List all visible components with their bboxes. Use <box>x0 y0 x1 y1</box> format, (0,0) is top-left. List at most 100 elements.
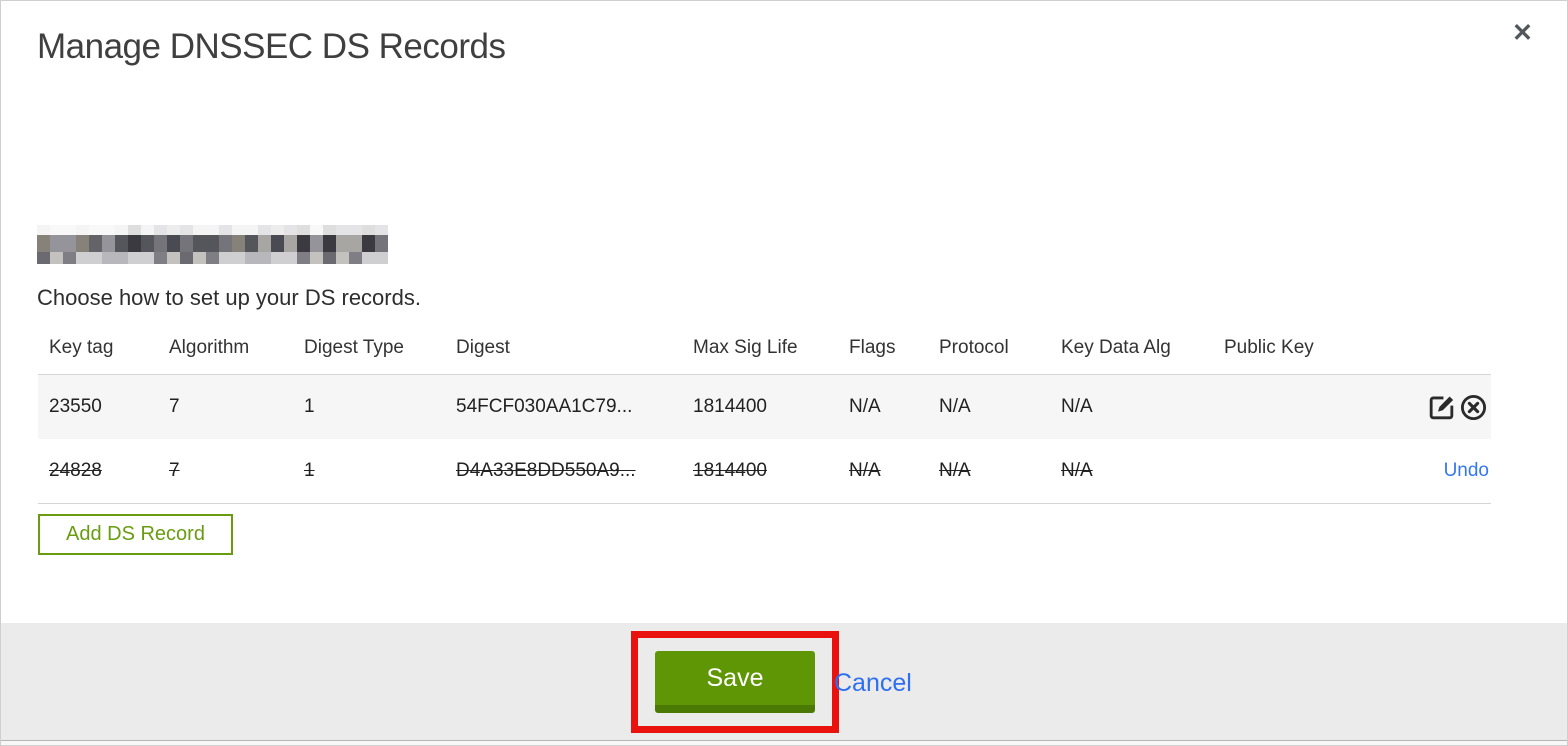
redaction-pixel <box>323 252 336 264</box>
redaction-pixel <box>245 225 258 235</box>
redaction-pixel <box>284 252 297 264</box>
redaction-pixel <box>89 252 102 264</box>
redaction-pixel <box>89 235 102 252</box>
redaction-pixel <box>115 252 128 264</box>
redaction-pixel <box>375 252 388 264</box>
redaction-pixel <box>63 235 76 252</box>
redaction-pixel <box>362 225 375 235</box>
redaction-pixel <box>180 235 193 252</box>
redaction-pixel <box>76 225 89 235</box>
redaction-pixel <box>115 225 128 235</box>
redaction-pixel <box>336 235 349 252</box>
redaction-pixel <box>362 252 375 264</box>
column-header: Key tag <box>38 329 158 375</box>
undo-link[interactable]: Undo <box>1444 460 1489 481</box>
column-header: Max Sig Life <box>682 329 838 375</box>
redaction-pixel <box>349 225 362 235</box>
table-cell: 23550 <box>49 396 102 417</box>
table-cell: N/A <box>849 396 881 417</box>
redaction-pixel <box>258 225 271 235</box>
row-actions <box>1388 374 1491 439</box>
redaction-pixel <box>271 235 284 252</box>
redaction-pixel <box>323 235 336 252</box>
redaction-pixel <box>50 225 63 235</box>
redaction-pixel <box>141 225 154 235</box>
column-header: Flags <box>838 329 928 375</box>
table-cell: 54FCF030AA1C79... <box>456 396 633 417</box>
redaction-pixel <box>128 225 141 235</box>
redaction-pixel <box>232 252 245 264</box>
table-row: 24828 7 1 D4A33E8DD550A9... 1814400 N/A N/A N/A… <box>38 439 1491 504</box>
redaction-pixel <box>375 235 388 252</box>
redaction-pixel <box>76 252 89 264</box>
redaction-pixel <box>323 225 336 235</box>
column-header: Digest <box>445 329 682 375</box>
redaction-pixel <box>154 225 167 235</box>
redaction-pixel <box>37 252 50 264</box>
redaction-pixel <box>271 225 284 235</box>
redaction-pixel <box>167 225 180 235</box>
redaction-pixel <box>310 225 323 235</box>
redaction-pixel <box>310 235 323 252</box>
redaction-pixel <box>219 235 232 252</box>
redaction-pixel <box>167 235 180 252</box>
domain-name-redacted <box>37 225 388 264</box>
instruction-text: Choose how to set up your DS records. <box>37 285 421 310</box>
column-header-actions <box>1388 329 1491 375</box>
annotation-red-box: Save <box>631 631 839 733</box>
table-header-row: Key tag Algorithm Digest Type Digest Max Sig… <box>38 329 1491 375</box>
redaction-pixel <box>219 252 232 264</box>
row-actions: Undo <box>1388 439 1491 504</box>
redaction-pixel <box>232 225 245 235</box>
table-cell: 7 <box>169 396 180 417</box>
redaction-pixel <box>37 225 50 235</box>
redaction-pixel <box>154 252 167 264</box>
delete-record-icon[interactable] <box>1458 392 1489 423</box>
redaction-pixel <box>50 252 63 264</box>
redaction-pixel <box>50 235 63 252</box>
redaction-pixel <box>37 235 50 252</box>
table-cell: D4A33E8DD550A9... <box>456 460 636 481</box>
redaction-pixel <box>180 225 193 235</box>
table-cell: 7 <box>169 460 180 481</box>
table-row: 23550 7 1 54FCF030AA1C79... 1814400 N/A N/A N/A <box>38 374 1491 439</box>
redaction-pixel <box>193 235 206 252</box>
redaction-pixel <box>206 225 219 235</box>
page-bottom-edge <box>1 741 1567 745</box>
table-cell: 1 <box>304 460 315 481</box>
table-cell: N/A <box>1061 460 1093 481</box>
table-cell: 24828 <box>49 460 102 481</box>
redaction-pixel <box>258 235 271 252</box>
redaction-pixel <box>297 235 310 252</box>
table-cell: 1814400 <box>693 396 767 417</box>
redaction-pixel <box>141 252 154 264</box>
redaction-pixel <box>349 235 362 252</box>
redaction-pixel <box>349 252 362 264</box>
redaction-pixel <box>336 225 349 235</box>
cancel-link[interactable]: Cancel <box>834 669 912 698</box>
redaction-pixel <box>245 235 258 252</box>
table-cell: N/A <box>849 460 881 481</box>
redaction-pixel <box>154 235 167 252</box>
column-header: Protocol <box>928 329 1050 375</box>
save-button[interactable]: Save <box>655 651 815 713</box>
redaction-pixel <box>297 225 310 235</box>
table-cell: 1814400 <box>693 460 767 481</box>
column-header: Public Key <box>1213 329 1388 375</box>
table-cell: N/A <box>1061 396 1093 417</box>
redaction-pixel <box>128 252 141 264</box>
dnssec-dialog: Manage DNSSEC DS Records ✕ Choose how to… <box>0 0 1568 746</box>
redaction-pixel <box>310 252 323 264</box>
redaction-pixel <box>284 225 297 235</box>
redaction-pixel <box>102 235 115 252</box>
table-cell: N/A <box>939 396 971 417</box>
redaction-pixel <box>193 252 206 264</box>
redaction-pixel <box>89 225 102 235</box>
redaction-pixel <box>180 252 193 264</box>
close-icon[interactable]: ✕ <box>1512 21 1533 46</box>
column-header: Digest Type <box>293 329 445 375</box>
edit-record-icon[interactable] <box>1426 392 1457 423</box>
redaction-pixel <box>336 252 349 264</box>
add-ds-record-button[interactable]: Add DS Record <box>38 514 233 555</box>
redaction-pixel <box>76 235 89 252</box>
